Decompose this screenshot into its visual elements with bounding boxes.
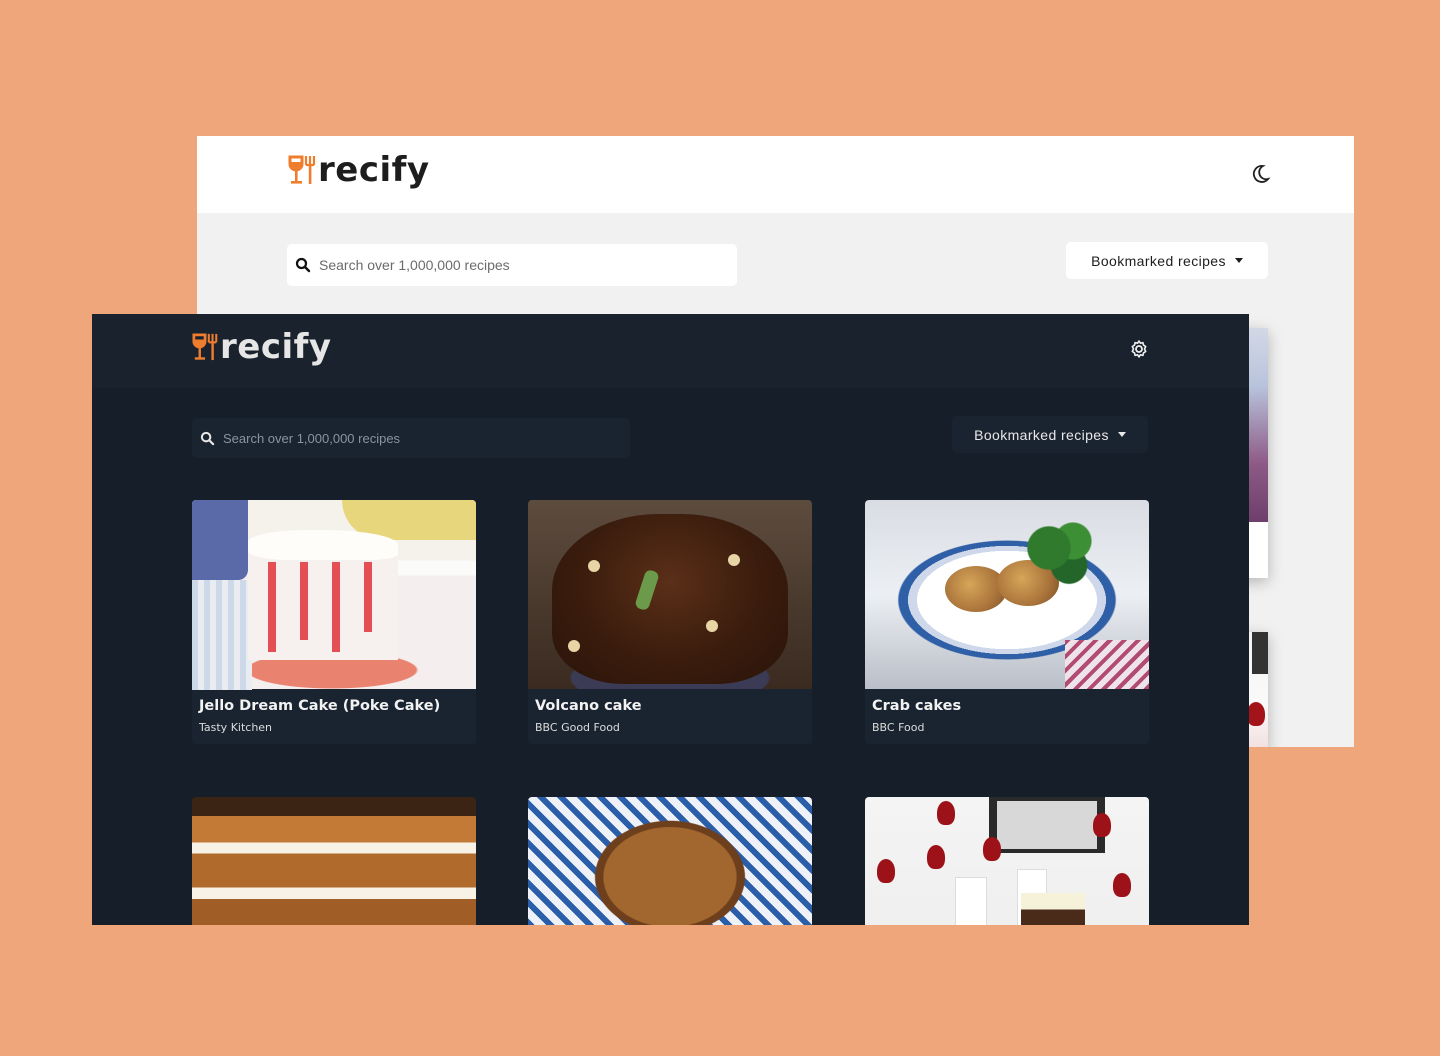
image-detail (955, 877, 987, 925)
recipe-image (865, 500, 1149, 689)
recipe-image (528, 500, 812, 689)
recipe-card[interactable]: Crab cakes BBC Food (865, 500, 1149, 744)
image-detail (568, 640, 580, 652)
bookmarked-recipes-label: Bookmarked recipes (974, 426, 1109, 443)
chevron-down-icon (1234, 258, 1243, 263)
search-bar[interactable] (192, 418, 630, 458)
image-detail (248, 530, 398, 560)
moon-icon[interactable] (1249, 163, 1271, 185)
search-input[interactable] (221, 429, 605, 447)
recipe-title: Jello Dream Cake (Poke Cake) (199, 698, 441, 714)
image-detail (268, 562, 276, 652)
search-icon (295, 257, 311, 273)
image-detail (997, 801, 1097, 849)
recipe-card[interactable] (528, 797, 812, 925)
recipe-image (192, 797, 476, 925)
dark-header: recify (92, 314, 1249, 388)
image-detail (1021, 893, 1085, 925)
search-icon (200, 431, 215, 445)
image-detail (1252, 632, 1268, 674)
image-detail (332, 562, 340, 652)
recipe-image (528, 797, 812, 925)
recipe-card[interactable]: Volcano cake BBC Good Food (528, 500, 812, 744)
image-detail (192, 500, 248, 580)
image-detail (1065, 640, 1149, 689)
gear-icon[interactable] (1129, 339, 1149, 359)
image-detail (192, 580, 252, 690)
search-bar[interactable] (287, 244, 737, 286)
recipe-card[interactable] (192, 797, 476, 925)
image-detail (1247, 702, 1265, 726)
logo-icon (192, 333, 218, 361)
recipe-title: Crab cakes (872, 698, 962, 714)
logo-icon (288, 155, 316, 184)
logo[interactable]: recify (192, 330, 332, 364)
logo-text: recify (318, 150, 430, 190)
image-detail (364, 562, 372, 632)
logo[interactable]: recify (288, 153, 430, 187)
recipe-source: BBC Good Food (535, 721, 620, 734)
image-detail (927, 845, 945, 869)
search-input[interactable] (317, 256, 701, 274)
bookmarked-recipes-dropdown[interactable]: Bookmarked recipes (1066, 242, 1268, 279)
recipe-card[interactable] (865, 797, 1149, 925)
image-detail (1093, 813, 1111, 837)
image-detail (1113, 873, 1131, 897)
recipe-title: Volcano cake (535, 698, 642, 714)
light-header: recify (197, 136, 1354, 213)
dark-theme-window: recify Bookmarked recipes Jello (92, 314, 1249, 925)
recipe-source: BBC Food (872, 721, 925, 734)
image-detail (1025, 520, 1105, 590)
recipe-source: Tasty Kitchen (199, 721, 273, 734)
chevron-down-icon (1117, 432, 1126, 437)
logo-text: recify (220, 327, 332, 367)
recipe-image (192, 500, 476, 690)
image-detail (937, 801, 955, 825)
image-detail (728, 554, 740, 566)
image-detail (300, 562, 308, 640)
image-detail (983, 837, 1001, 861)
image-detail (552, 514, 788, 684)
image-detail (877, 859, 895, 883)
bookmarked-recipes-dropdown[interactable]: Bookmarked recipes (952, 416, 1148, 453)
bookmarked-recipes-label: Bookmarked recipes (1091, 252, 1226, 269)
recipe-image (865, 797, 1149, 925)
image-detail (706, 620, 718, 632)
recipe-card[interactable]: Jello Dream Cake (Poke Cake) Tasty Kitch… (192, 500, 476, 744)
image-detail (588, 560, 600, 572)
